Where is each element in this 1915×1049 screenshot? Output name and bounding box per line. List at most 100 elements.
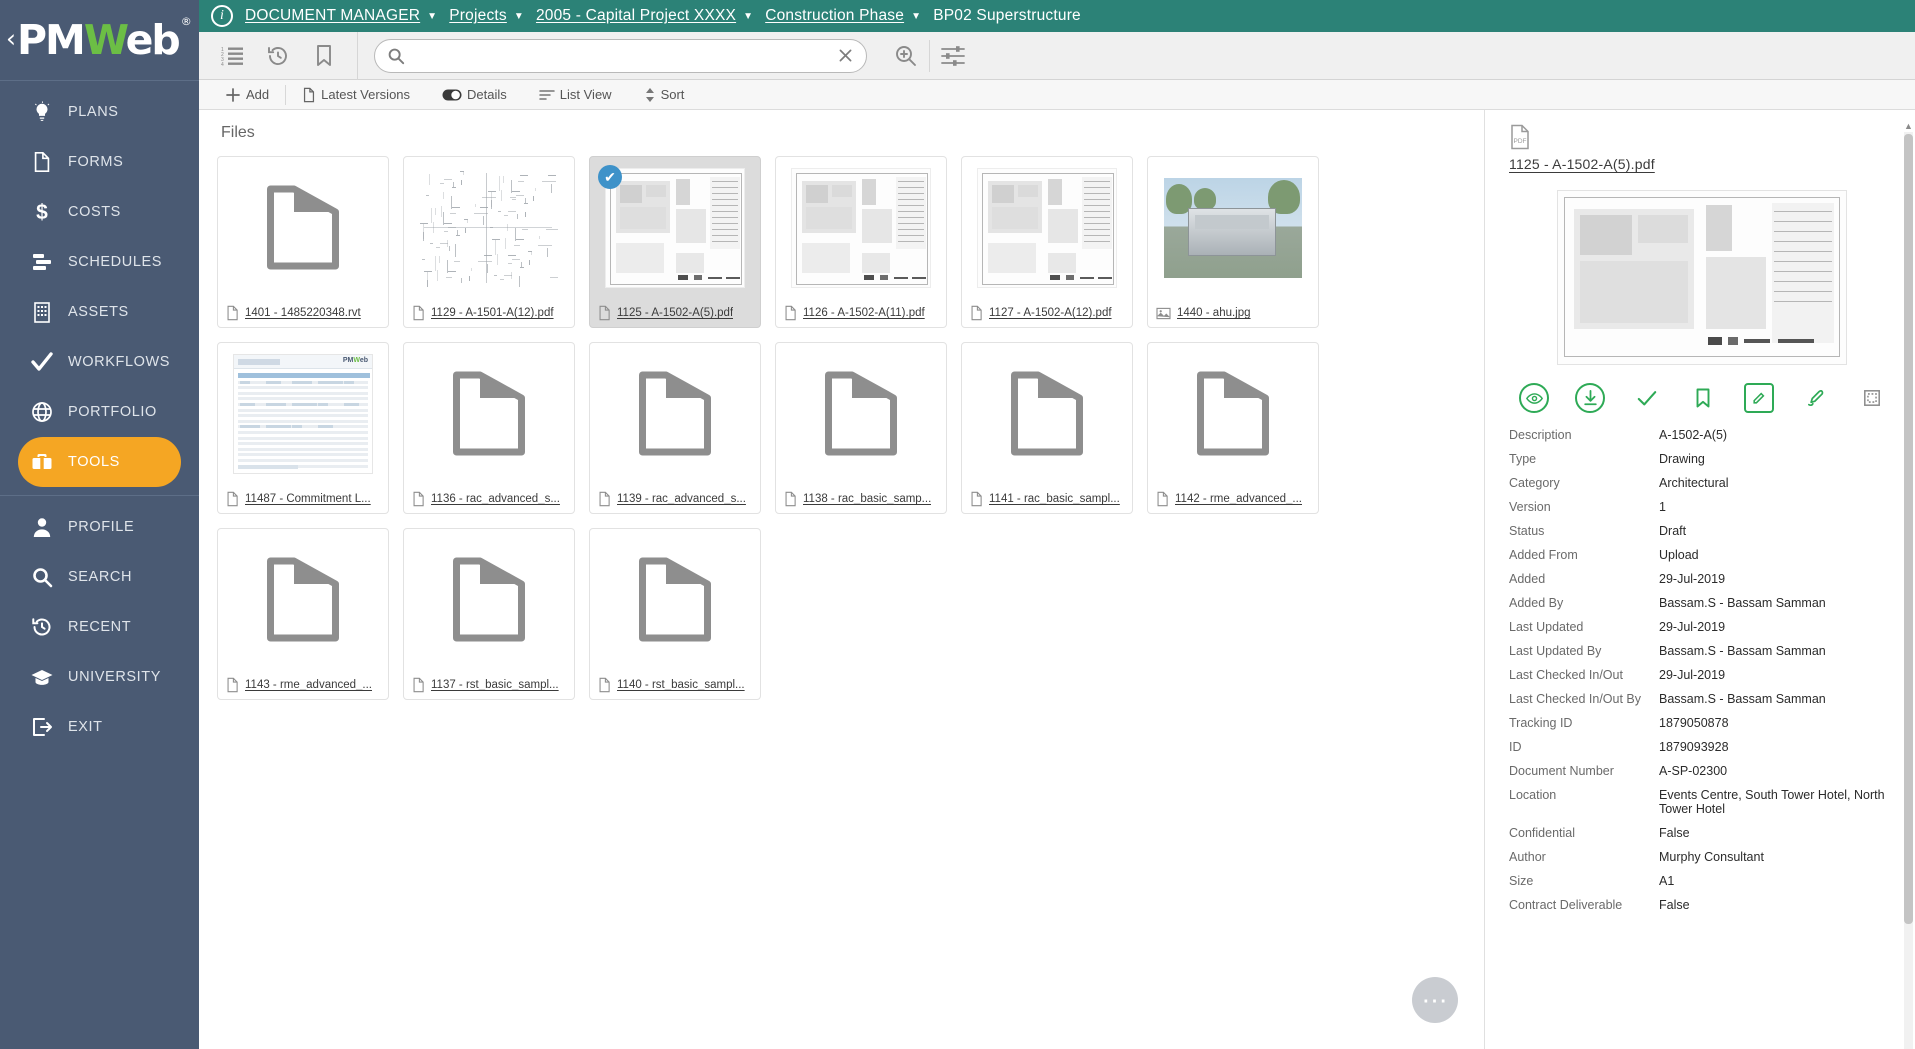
file-tile[interactable]: 1141 - rac_basic_sampl... bbox=[961, 342, 1133, 514]
search-box[interactable] bbox=[374, 39, 867, 73]
search-container bbox=[358, 39, 883, 73]
edit-button[interactable] bbox=[1744, 383, 1774, 413]
sidebar-item-search[interactable]: SEARCH bbox=[18, 552, 181, 602]
latest-versions-button[interactable]: Latest Versions bbox=[286, 80, 426, 110]
file-tile[interactable]: 1401 - 1485220348.rvt bbox=[217, 156, 389, 328]
history-revert-icon[interactable] bbox=[255, 36, 301, 76]
filter-sliders-icon[interactable] bbox=[930, 36, 976, 76]
file-tile[interactable]: 1139 - rac_advanced_s... bbox=[589, 342, 761, 514]
file-thumbnail[interactable] bbox=[776, 343, 946, 485]
sidebar-item-exit[interactable]: EXIT bbox=[18, 702, 181, 752]
sidebar-item-schedules[interactable]: SCHEDULES bbox=[18, 237, 181, 287]
sort-button[interactable]: Sort bbox=[628, 80, 701, 110]
file-thumbnail[interactable] bbox=[590, 343, 760, 485]
file-name[interactable]: 1440 - ahu.jpg bbox=[1177, 307, 1251, 319]
file-thumbnail[interactable] bbox=[1148, 343, 1318, 485]
brand-logo[interactable]: ‹ PMWeb® bbox=[0, 0, 199, 80]
file-name[interactable]: 1127 - A-1502-A(12).pdf bbox=[989, 307, 1112, 319]
file-tile[interactable]: 1143 - rme_advanced_... bbox=[217, 528, 389, 700]
file-tile[interactable]: 1129 - A-1501-A(12).pdf bbox=[403, 156, 575, 328]
breadcrumb-phase[interactable]: Construction Phase ▼ bbox=[765, 7, 921, 25]
file-thumbnail[interactable] bbox=[404, 529, 574, 671]
sidebar-item-workflows[interactable]: WORKFLOWS bbox=[18, 337, 181, 387]
markup-brush-button[interactable] bbox=[1801, 383, 1831, 413]
file-tile[interactable]: 1440 - ahu.jpg bbox=[1147, 156, 1319, 328]
bookmark-icon[interactable] bbox=[301, 36, 347, 76]
sub-toolbar: Add Latest Versions Details List View bbox=[199, 80, 1915, 110]
file-name[interactable]: 1126 - A-1502-A(11).pdf bbox=[803, 307, 925, 319]
file-thumbnail[interactable] bbox=[218, 157, 388, 299]
zoom-in-icon[interactable] bbox=[883, 36, 929, 76]
sidebar-item-costs[interactable]: $ COSTS bbox=[18, 187, 181, 237]
file-tile[interactable]: 1140 - rst_basic_sampl... bbox=[589, 528, 761, 700]
file-name[interactable]: 1141 - rac_basic_sampl... bbox=[989, 493, 1120, 505]
fullscreen-button[interactable] bbox=[1857, 383, 1887, 413]
file-thumbnail[interactable]: PMWeb bbox=[218, 343, 388, 485]
file-tile[interactable]: 1136 - rac_advanced_s... bbox=[403, 342, 575, 514]
sidebar-item-forms[interactable]: FORMS bbox=[18, 137, 181, 187]
sidebar-item-portfolio[interactable]: PORTFOLIO bbox=[18, 387, 181, 437]
details-toggle[interactable]: Details bbox=[426, 80, 523, 110]
sidebar-item-tools[interactable]: TOOLS bbox=[18, 437, 181, 487]
file-name[interactable]: 1129 - A-1501-A(12).pdf bbox=[431, 307, 554, 319]
more-ellipsis-icon[interactable]: ⋯ bbox=[1412, 977, 1458, 1023]
info-icon[interactable]: i bbox=[211, 5, 233, 27]
sidebar-item-university[interactable]: UNIVERSITY bbox=[18, 652, 181, 702]
close-icon[interactable] bbox=[837, 47, 854, 64]
file-name[interactable]: 1125 - A-1502-A(5).pdf bbox=[617, 307, 733, 319]
chevron-down-icon[interactable]: ▼ bbox=[743, 11, 753, 22]
sidebar-item-profile[interactable]: PROFILE bbox=[18, 502, 181, 552]
file-thumbnail[interactable] bbox=[218, 529, 388, 671]
file-tile[interactable]: 1137 - rst_basic_sampl... bbox=[403, 528, 575, 700]
download-button[interactable] bbox=[1575, 383, 1605, 413]
file-name[interactable]: 1143 - rme_advanced_... bbox=[245, 679, 372, 691]
file-name[interactable]: 11487 - Commitment L... bbox=[245, 493, 371, 505]
file-thumbnail[interactable] bbox=[590, 529, 760, 671]
numbered-list-icon[interactable]: 1234 bbox=[209, 36, 255, 76]
file-name[interactable]: 1138 - rac_basic_samp... bbox=[803, 493, 931, 505]
breadcrumb-document-manager[interactable]: DOCUMENT MANAGER ▼ bbox=[245, 7, 437, 25]
file-tile[interactable]: ✔ 1125 - A-1502-A(5).pdf bbox=[589, 156, 761, 328]
file-thumbnail[interactable] bbox=[1148, 157, 1318, 299]
file-thumbnail[interactable] bbox=[404, 343, 574, 485]
detail-filename[interactable]: 1125 - A-1502-A(5).pdf bbox=[1509, 156, 1895, 172]
checkmark-icon bbox=[24, 351, 60, 373]
file-tile[interactable]: 1142 - rme_advanced_... bbox=[1147, 342, 1319, 514]
sidebar-item-plans[interactable]: PLANS bbox=[18, 87, 181, 137]
file-tile[interactable]: 1138 - rac_basic_samp... bbox=[775, 342, 947, 514]
breadcrumb-project[interactable]: 2005 - Capital Project XXXX ▼ bbox=[536, 7, 753, 25]
list-view-button[interactable]: List View bbox=[523, 80, 628, 110]
file-name[interactable]: 1140 - rst_basic_sampl... bbox=[617, 679, 745, 691]
file-thumbnail[interactable] bbox=[962, 343, 1132, 485]
sidebar-item-recent[interactable]: RECENT bbox=[18, 602, 181, 652]
file-name[interactable]: 1142 - rme_advanced_... bbox=[1175, 493, 1302, 505]
bookmark-button[interactable] bbox=[1688, 383, 1718, 413]
file-tile[interactable]: 1126 - A-1502-A(11).pdf bbox=[775, 156, 947, 328]
chevron-down-icon[interactable]: ▼ bbox=[911, 11, 921, 22]
chevron-down-icon[interactable]: ▼ bbox=[427, 11, 437, 22]
file-name[interactable]: 1136 - rac_advanced_s... bbox=[431, 493, 560, 505]
file-name[interactable]: 1401 - 1485220348.rvt bbox=[245, 307, 361, 319]
approve-check-button[interactable] bbox=[1632, 383, 1662, 413]
file-thumbnail[interactable] bbox=[962, 157, 1132, 299]
sidebar-item-assets[interactable]: ASSETS bbox=[18, 287, 181, 337]
file-tile[interactable]: PMWeb 11487 - Commitment L... bbox=[217, 342, 389, 514]
add-button[interactable]: Add bbox=[219, 80, 285, 110]
detail-scrollbar[interactable]: ▲ ▼ bbox=[1904, 120, 1913, 1049]
selected-check-icon[interactable]: ✔ bbox=[598, 165, 622, 189]
plus-icon bbox=[225, 87, 241, 103]
chevron-down-icon[interactable]: ▼ bbox=[514, 11, 524, 22]
file-name[interactable]: 1139 - rac_advanced_s... bbox=[617, 493, 746, 505]
scrollbar-thumb[interactable] bbox=[1904, 134, 1913, 924]
file-thumbnail[interactable] bbox=[404, 157, 574, 299]
scroll-up-arrow-icon[interactable]: ▲ bbox=[1904, 120, 1913, 132]
file-thumbnail[interactable] bbox=[776, 157, 946, 299]
file-name[interactable]: 1137 - rst_basic_sampl... bbox=[431, 679, 559, 691]
preview-eye-button[interactable] bbox=[1519, 383, 1549, 413]
sort-updown-icon bbox=[644, 87, 656, 103]
chevron-left-icon[interactable]: ‹ bbox=[6, 26, 16, 51]
breadcrumb-projects[interactable]: Projects ▼ bbox=[449, 7, 524, 25]
search-input[interactable] bbox=[413, 48, 829, 64]
file-tile[interactable]: 1127 - A-1502-A(12).pdf bbox=[961, 156, 1133, 328]
detail-preview-thumbnail[interactable] bbox=[1557, 190, 1847, 365]
